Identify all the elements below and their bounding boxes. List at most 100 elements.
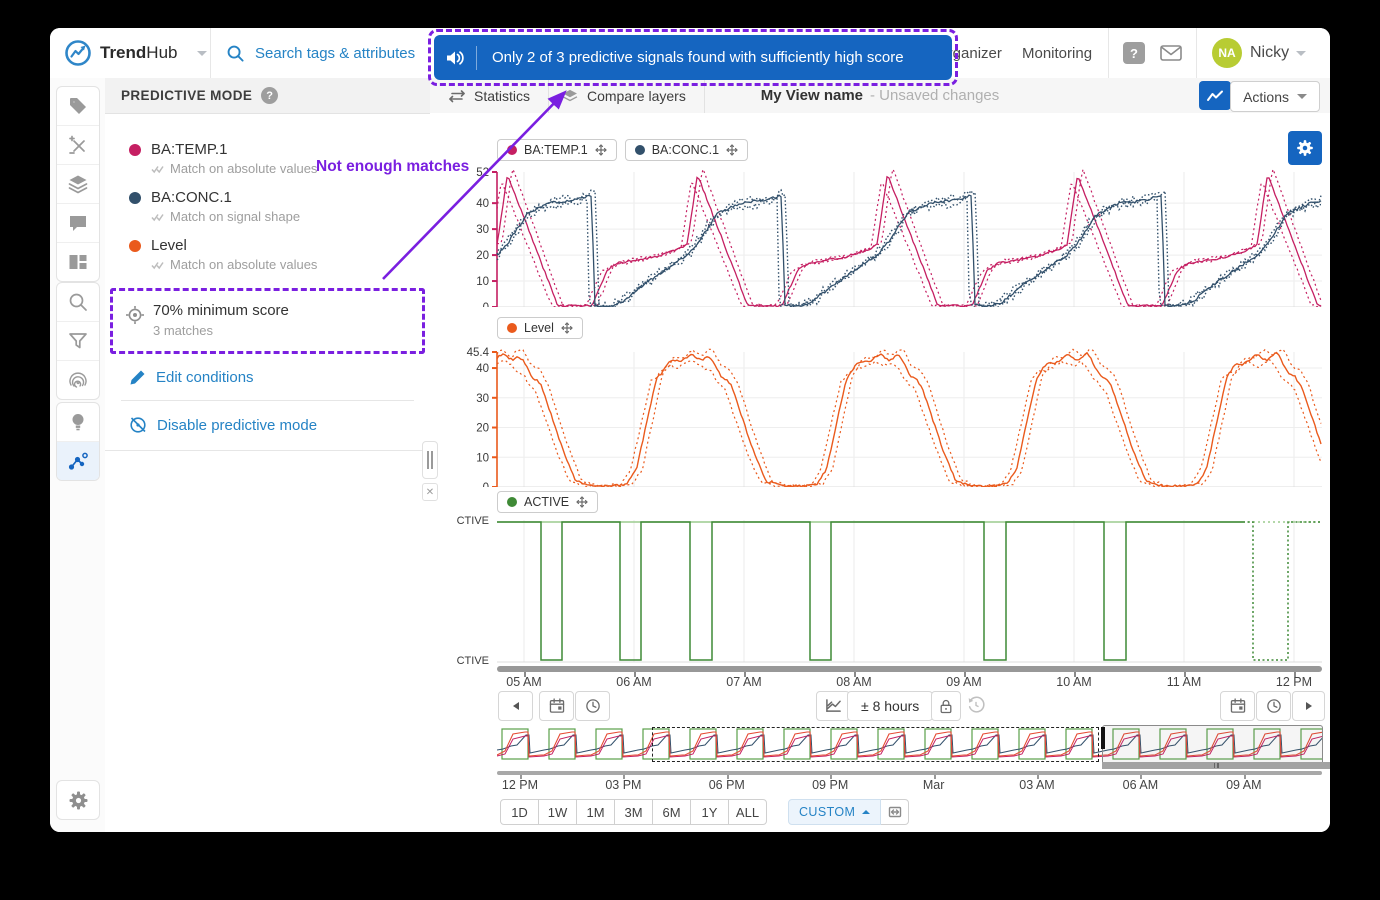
global-search[interactable] <box>226 28 462 78</box>
end-date-button[interactable] <box>1220 691 1255 721</box>
range-button-3m[interactable]: 3M <box>614 799 653 825</box>
chart-lane-temp-conc[interactable]: 52403020100 <box>457 165 1322 307</box>
edit-conditions-label: Edit conditions <box>156 369 254 386</box>
minimum-score-setting[interactable]: 70% minimum score 3 matches <box>110 288 425 354</box>
x-axis-label: 05 AM <box>494 675 554 689</box>
predictive-mode-tool-button[interactable] <box>57 441 99 480</box>
signal-color-dot <box>129 144 141 156</box>
clock-icon <box>1265 697 1283 715</box>
range-button-1w[interactable]: 1W <box>538 799 577 825</box>
x-axis-label: 11 AM <box>1154 675 1214 689</box>
overview-label: 09 PM <box>802 778 858 792</box>
double-check-icon <box>151 212 165 222</box>
rail-group-data <box>56 86 100 282</box>
edit-conditions-link[interactable]: Edit conditions <box>105 354 430 386</box>
nav-monitoring[interactable]: Monitoring <box>1022 28 1092 78</box>
start-date-button[interactable] <box>539 691 574 721</box>
desktop-background: TrendHub Organizer Monitoring ? NA <box>0 0 1380 900</box>
signal-color-dot <box>129 192 141 204</box>
messages-button[interactable] <box>1159 28 1183 78</box>
selector-left-handle[interactable] <box>1101 727 1105 749</box>
legend-chip-ba-conc-1[interactable]: BA:CONC.1 <box>625 139 748 161</box>
svg-text:0: 0 <box>483 302 489 307</box>
move-icon <box>576 496 588 508</box>
overview-scrollbar[interactable] <box>1102 762 1330 769</box>
signal-row-level[interactable]: Level Match on absolute values <box>105 224 430 272</box>
display-range-selector[interactable] <box>1102 725 1323 763</box>
overview-strip[interactable] <box>497 727 1322 761</box>
signal-color-dot <box>129 240 141 252</box>
help-button[interactable]: ? <box>1123 28 1145 78</box>
avatar: NA <box>1212 38 1242 68</box>
tags-tool-button[interactable] <box>57 87 99 125</box>
chart-pane: BA:TEMP.1 BA:CONC.1 52403020100 Level 45… <box>430 113 1330 832</box>
fingerprint-tool-button[interactable] <box>57 360 99 399</box>
panel-help-icon[interactable]: ? <box>261 87 278 104</box>
compare-layers-icon <box>561 87 579 105</box>
user-menu[interactable]: Nicky <box>1250 28 1306 78</box>
signal-row-ba-conc-1[interactable]: BA:CONC.1 Match on signal shape <box>105 176 430 224</box>
comments-tool-button[interactable] <box>57 203 99 242</box>
chart-settings-button[interactable] <box>1288 131 1322 165</box>
history-button[interactable] <box>966 695 986 720</box>
start-time-button[interactable] <box>575 691 610 721</box>
chart-lane-active-condition[interactable]: ACTIVEINACTIVE <box>457 513 1322 669</box>
range-button-1m[interactable]: 1M <box>576 799 615 825</box>
step-back-button[interactable] <box>498 691 533 721</box>
end-time-button[interactable] <box>1256 691 1291 721</box>
view-name: My View name <box>761 87 863 104</box>
x-axis-scrollbar[interactable] <box>497 666 1322 672</box>
tab-statistics-label: Statistics <box>474 88 530 104</box>
lock-duration-button[interactable] <box>931 691 961 721</box>
svg-text:30: 30 <box>476 393 489 405</box>
panel-splitter[interactable]: ✕ <box>421 441 439 501</box>
user-name: Nicky <box>1250 44 1289 62</box>
duration-button[interactable]: ± 8 hours <box>847 691 933 721</box>
actions-button[interactable]: Actions <box>1230 81 1320 112</box>
settings-button[interactable] <box>56 780 100 820</box>
filter-tool-button[interactable] <box>57 321 99 360</box>
lock-icon <box>938 698 954 715</box>
time-range-buttons: 1D1W1M3M6M1YALL CUSTOM <box>500 799 909 825</box>
auto-scale-button[interactable] <box>816 691 850 721</box>
svg-text:10: 10 <box>476 452 489 464</box>
banner-message: Only 2 of 3 predictive signals found wit… <box>477 49 919 66</box>
legend-chip-ba-temp-1[interactable]: BA:TEMP.1 <box>497 139 617 161</box>
expand-range-button[interactable] <box>881 799 909 825</box>
score-title: 70% minimum score <box>153 302 412 319</box>
svg-text:INACTIVE: INACTIVE <box>457 655 489 667</box>
formula-icon <box>67 134 89 156</box>
notification-banner[interactable]: Only 2 of 3 predictive signals found wit… <box>434 35 952 80</box>
overview-label: 03 AM <box>1009 778 1065 792</box>
overview-labels: 12 PM03 PM06 PM09 PMMar03 AM06 AM09 AM <box>430 778 1330 794</box>
custom-range-button[interactable]: CUSTOM <box>788 799 881 825</box>
legend-chip-active[interactable]: ACTIVE <box>497 491 598 513</box>
layout-tool-button[interactable] <box>57 242 99 281</box>
svg-text:40: 40 <box>476 363 489 375</box>
disable-predictive-mode-link[interactable]: Disable predictive mode <box>105 401 430 434</box>
double-check-icon <box>151 260 165 270</box>
brand-caret-icon[interactable] <box>197 51 207 61</box>
overview-label: 09 AM <box>1216 778 1272 792</box>
search-tool-button[interactable] <box>57 283 99 321</box>
user-avatar[interactable]: NA <box>1212 28 1242 78</box>
legend-chip-level[interactable]: Level <box>497 317 583 339</box>
formula-tool-button[interactable] <box>57 125 99 164</box>
disable-label: Disable predictive mode <box>157 417 317 434</box>
brand-name: TrendHub <box>100 43 177 63</box>
nav-divider-2 <box>1196 28 1197 78</box>
splitter-close-icon[interactable]: ✕ <box>422 483 438 501</box>
step-forward-button[interactable] <box>1292 691 1325 721</box>
ideas-tool-button[interactable] <box>57 403 99 441</box>
trend-view-button[interactable] <box>1199 81 1231 110</box>
range-button-6m[interactable]: 6M <box>652 799 691 825</box>
actions-caret-icon <box>1297 94 1307 104</box>
chart-lane-level[interactable]: 45.4403020100 <box>457 345 1322 487</box>
signal-match-mode: Match on signal shape <box>170 209 300 224</box>
range-button-all[interactable]: ALL <box>728 799 767 825</box>
range-button-1d[interactable]: 1D <box>500 799 539 825</box>
layers-tool-button[interactable] <box>57 164 99 203</box>
splitter-grip-icon[interactable] <box>422 441 438 479</box>
range-button-1y[interactable]: 1Y <box>690 799 729 825</box>
brand-block[interactable]: TrendHub <box>64 28 207 78</box>
